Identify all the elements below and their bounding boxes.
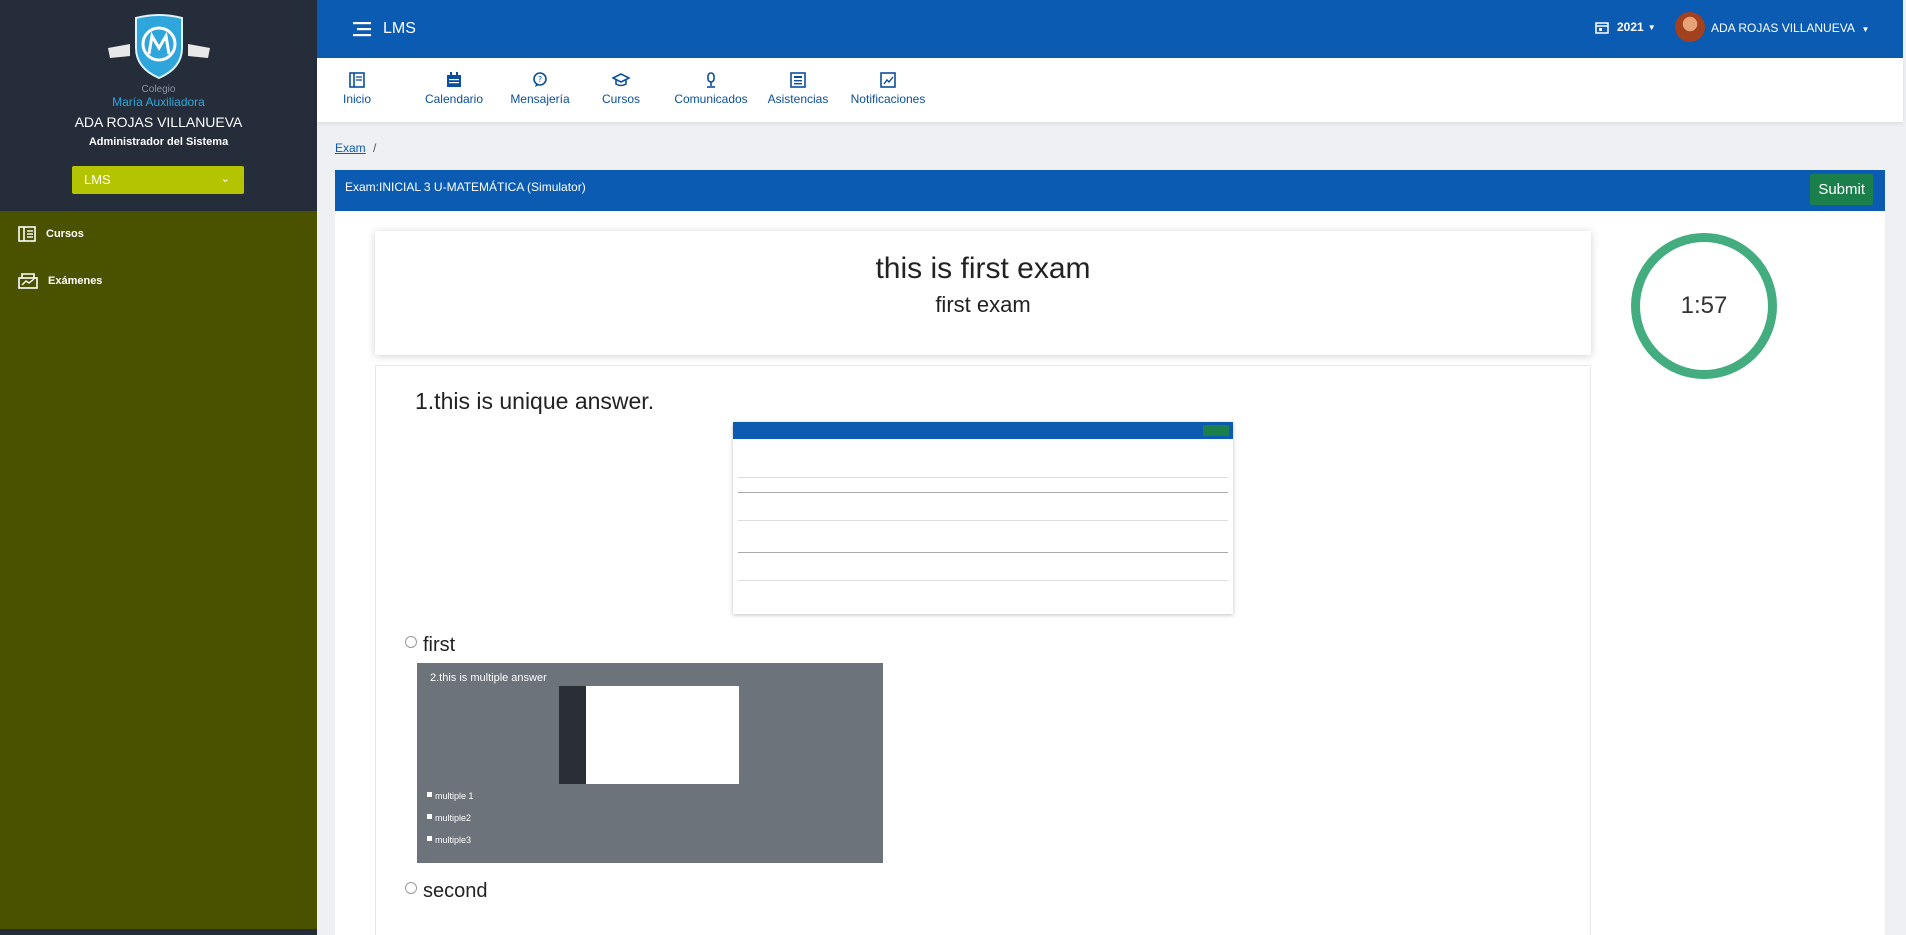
exam-icon — [18, 273, 38, 289]
school-logo — [108, 14, 210, 80]
nav-notificaciones[interactable]: Notificaciones — [845, 72, 931, 106]
caret-down-icon: ▼ — [1861, 25, 1870, 34]
sidebar-profile: Colegio María Auxiliadora ADA ROJAS VILL… — [0, 0, 317, 211]
nav-label: Comunicados — [674, 92, 748, 106]
book-icon — [18, 226, 36, 242]
option-image-title: 2.this is multiple answer — [430, 672, 547, 684]
microphone-icon — [707, 72, 715, 88]
nav-comunicados[interactable]: Comunicados — [671, 72, 751, 106]
sidebar-user-name: ADA ROJAS VILLANUEVA — [74, 114, 243, 130]
exam-subtitle: first exam — [935, 292, 1031, 317]
brand-name: María Auxiliadora — [112, 95, 205, 109]
countdown-timer: 1:57 — [1631, 233, 1777, 379]
chart-icon — [880, 72, 896, 88]
exam-card: Exam:INICIAL 3 U-MATEMÁTICA (Simulator) … — [335, 170, 1885, 935]
sidebar-item-label: Exámenes — [48, 275, 103, 287]
nav-mensajeria[interactable]: ? Mensajería — [507, 72, 573, 106]
timer-value: 1:57 — [1680, 292, 1728, 319]
calendar-icon — [1595, 21, 1609, 34]
option-first[interactable]: first — [405, 634, 455, 657]
breadcrumb: Exam / — [335, 141, 376, 155]
app-title: LMS — [383, 20, 416, 37]
caret-down-icon: ▼ — [1647, 22, 1656, 32]
nav-inicio[interactable]: Inicio — [337, 72, 377, 106]
nav-label: Notificaciones — [850, 92, 926, 106]
radio-button[interactable] — [405, 881, 417, 894]
exam-title-box: this is first exam first exam — [375, 231, 1591, 355]
nav-label: Asistencias — [767, 92, 829, 106]
svg-text:?: ? — [538, 75, 542, 84]
nav-label: Calendario — [424, 92, 484, 106]
option-image-check: multiple 1 — [427, 791, 474, 801]
option-label: first — [423, 634, 456, 656]
sidebar-item-label: Cursos — [46, 228, 84, 240]
hamburger-menu-icon[interactable] — [353, 21, 371, 37]
graduation-cap-icon — [612, 73, 630, 87]
user-menu[interactable]: ADA ROJAS VILLANUEVA ▼ — [1711, 21, 1869, 35]
option-image-check: multiple2 — [427, 813, 471, 823]
avatar[interactable] — [1675, 12, 1705, 42]
sidebar-user-role: Administrador del Sistema — [88, 136, 229, 148]
home-icon — [349, 72, 365, 88]
nav-label: Inicio — [342, 92, 371, 106]
option-second[interactable]: second — [405, 880, 488, 903]
nav-label: Cursos — [601, 92, 640, 106]
question-panel: 1.this is unique answer. first 2.this is… — [375, 365, 1591, 935]
nav-calendario[interactable]: Calendario — [422, 72, 486, 106]
submit-button[interactable]: Submit — [1810, 174, 1873, 205]
nav-asistencias[interactable]: Asistencias — [765, 72, 831, 106]
calendar-icon — [447, 72, 461, 87]
brand-small: Colegio — [141, 84, 176, 95]
breadcrumb-exam-link[interactable]: Exam — [335, 141, 366, 155]
sidebar-item-examenes[interactable]: Exámenes — [18, 269, 102, 293]
module-select-value: LMS — [84, 172, 111, 187]
radio-button[interactable] — [405, 635, 417, 648]
module-select[interactable]: LMS ⌄ — [72, 166, 244, 194]
option-image-check: multiple3 — [427, 835, 471, 845]
message-icon: ? — [533, 72, 547, 87]
option-image: 2.this is multiple answer multiple 1 mul… — [417, 663, 883, 863]
chevron-down-icon: ⌄ — [220, 173, 230, 185]
top-header: LMS 2021 ▼ ADA ROJAS VILLANUEVA ▼ — [317, 0, 1903, 58]
exam-header-title: Exam:INICIAL 3 U-MATEMÁTICA (Simulator) — [345, 180, 586, 194]
sidebar: Colegio María Auxiliadora ADA ROJAS VILL… — [0, 0, 317, 935]
sidebar-item-cursos[interactable]: Cursos — [18, 222, 84, 246]
nav-label: Mensajería — [510, 92, 570, 106]
question-image — [733, 422, 1233, 614]
year-selector[interactable]: 2021 ▼ — [1595, 20, 1656, 34]
exam-header: Exam:INICIAL 3 U-MATEMÁTICA (Simulator) … — [335, 170, 1885, 211]
header-user-name: ADA ROJAS VILLANUEVA — [1711, 21, 1855, 35]
option-label: second — [423, 880, 488, 902]
exam-title: this is first exam — [875, 252, 1091, 285]
breadcrumb-separator: / — [373, 141, 377, 155]
attendance-icon — [790, 72, 806, 88]
question-text: 1.this is unique answer. — [415, 388, 655, 414]
nav-cursos[interactable]: Cursos — [598, 72, 644, 106]
year-value: 2021 — [1617, 20, 1644, 34]
sidebar-footer — [0, 929, 317, 935]
module-nav: Inicio Calendario ? Mensajería Cursos Co… — [317, 58, 1903, 122]
